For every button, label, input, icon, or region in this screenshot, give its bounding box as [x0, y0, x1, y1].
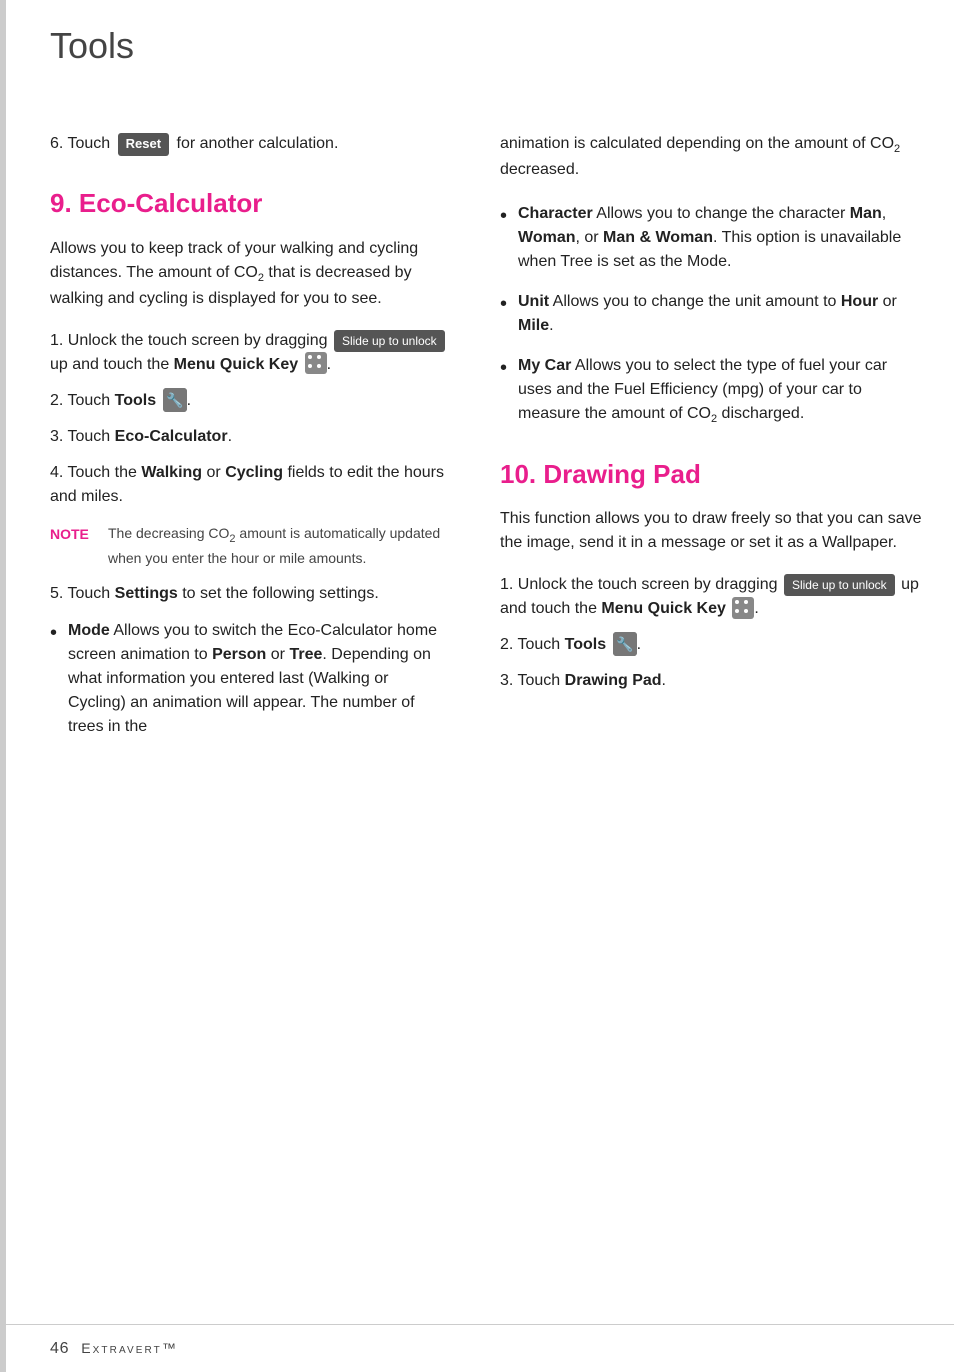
dot [735, 600, 739, 604]
step-2: 2. Touch Tools 🔧 . [50, 389, 450, 413]
step-3-num: 3. [50, 428, 68, 445]
menu-quick-key-icon-1 [305, 352, 327, 374]
footer: 46 Extravert™ [0, 1324, 954, 1372]
dot [308, 355, 312, 359]
left-accent-bar [0, 0, 6, 1372]
dot [744, 600, 748, 604]
section-9-steps: 1. Unlock the touch screen by dragging S… [50, 329, 450, 509]
step-6-text-before: 6. Touch [50, 135, 115, 152]
mode-bold: Mode [68, 622, 110, 639]
tools-label-1: Tools [115, 392, 156, 409]
content-area: 6. Touch Reset for another calculation. … [0, 102, 954, 1324]
drawing-step-1-num: 1. [500, 576, 518, 593]
mode-continuation: animation is calculated depending on the… [500, 132, 924, 182]
step-1-num: 1. [50, 332, 68, 349]
character-bold: Character [518, 205, 593, 222]
note-block: NOTE The decreasing CO2 amount is automa… [50, 523, 450, 568]
mile-bold: Mile [518, 317, 549, 334]
person-bold: Person [212, 646, 266, 663]
step-6-text-after: for another calculation. [172, 135, 338, 152]
note-label: NOTE [50, 524, 100, 544]
bullet-mode: Mode Allows you to switch the Eco-Calcul… [50, 619, 450, 739]
settings-label: Settings [115, 585, 178, 602]
unit-bold: Unit [518, 293, 549, 310]
cycling-label: Cycling [225, 464, 283, 481]
woman-bold: Woman [518, 229, 575, 246]
section-9-intro: Allows you to keep track of your walking… [50, 237, 450, 311]
drawing-step-2: 2. Touch Tools 🔧 . [500, 633, 924, 657]
step-5: 5. Touch Settings to set the following s… [50, 582, 450, 605]
svg-text:🔧: 🔧 [616, 635, 633, 653]
drawing-step-3-num: 3. [500, 672, 518, 689]
section-10-steps: 1. Unlock the touch screen by dragging S… [500, 573, 924, 693]
dot [735, 609, 739, 613]
section-9-right-bullets: Character Allows you to change the chara… [500, 202, 924, 428]
step-6: 6. Touch Reset for another calculation. [50, 132, 450, 156]
bullet-mycar: My Car Allows you to select the type of … [500, 354, 924, 428]
step-2-num: 2. [50, 392, 68, 409]
drawing-step-2-num: 2. [500, 636, 518, 653]
tools-icon-2: 🔧 [613, 632, 637, 656]
drawing-pad-label: Drawing Pad [565, 672, 662, 689]
drawing-step-1: 1. Unlock the touch screen by dragging S… [500, 573, 924, 621]
slide-up-btn-1: Slide up to unlock [334, 330, 445, 352]
step-1: 1. Unlock the touch screen by dragging S… [50, 329, 450, 377]
dot [744, 609, 748, 613]
step-4: 4. Touch the Walking or Cycling fields t… [50, 461, 450, 509]
slide-up-btn-2: Slide up to unlock [784, 574, 895, 596]
svg-text:🔧: 🔧 [166, 391, 183, 409]
left-column: 6. Touch Reset for another calculation. … [0, 132, 480, 1264]
note-text: The decreasing CO2 amount is automatical… [108, 523, 450, 568]
tools-icon-1: 🔧 [163, 388, 187, 412]
section-10-intro: This function allows you to draw freely … [500, 507, 924, 555]
drawing-step-3: 3. Touch Drawing Pad. [500, 669, 924, 693]
page-wrapper: Tools 6. Touch Reset for another calcula… [0, 0, 954, 1372]
dot [317, 364, 321, 368]
tree-bold: Tree [289, 646, 322, 663]
menu-quick-key-label-2: Menu Quick Key [601, 600, 725, 617]
right-column: animation is calculated depending on the… [480, 132, 954, 1264]
bullet-character: Character Allows you to change the chara… [500, 202, 924, 274]
page-title: Tools [0, 0, 954, 72]
section-9-bullets: Mode Allows you to switch the Eco-Calcul… [50, 619, 450, 739]
hour-bold: Hour [841, 293, 878, 310]
step-3: 3. Touch Eco-Calculator. [50, 425, 450, 449]
footer-page-number: 46 [50, 1337, 69, 1360]
mycar-bold: My Car [518, 357, 571, 374]
bullet-unit: Unit Allows you to change the unit amoun… [500, 290, 924, 338]
eco-calc-label: Eco-Calculator [115, 428, 228, 445]
reset-button[interactable]: Reset [118, 133, 169, 156]
tools-label-2: Tools [565, 636, 606, 653]
section-10-heading: 10. Drawing Pad [500, 456, 924, 494]
step-4-num: 4. [50, 464, 68, 481]
menu-quick-key-label-1: Menu Quick Key [174, 356, 298, 373]
dot [317, 355, 321, 359]
footer-brand: Extravert™ [81, 1338, 178, 1358]
man-bold: Man [850, 205, 882, 222]
dot [308, 364, 312, 368]
menu-quick-key-icon-2 [732, 597, 754, 619]
section-9-heading: 9. Eco-Calculator [50, 185, 450, 223]
walking-label: Walking [141, 464, 202, 481]
man-woman-bold: Man & Woman [603, 229, 713, 246]
